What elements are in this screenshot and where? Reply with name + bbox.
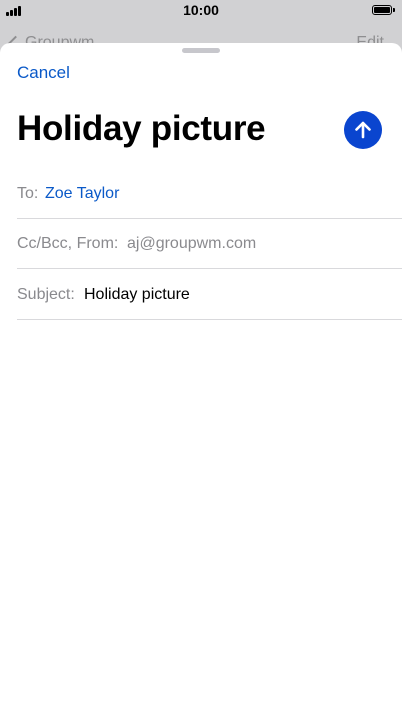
to-recipient[interactable]: Zoe Taylor (45, 185, 119, 203)
sheet-grabber[interactable] (182, 48, 220, 53)
status-bar: 10:00 (0, 0, 402, 20)
cc-bcc-from-label: Cc/Bcc, From: (17, 235, 119, 252)
from-address: aj@groupwm.com (127, 235, 257, 252)
cancel-button[interactable]: Cancel (17, 63, 70, 83)
to-field[interactable]: To: Zoe Taylor (17, 169, 402, 219)
battery-icon (372, 5, 395, 15)
compose-sheet: Cancel Holiday picture To: Zoe Taylor Cc… (0, 43, 402, 715)
arrow-up-icon (355, 121, 371, 139)
send-button[interactable] (344, 111, 382, 149)
subject-input[interactable]: Holiday picture (84, 286, 190, 304)
screen: 10:00 Groupwm Edit Cancel Holiday pictur… (0, 0, 402, 715)
to-label: To: (17, 185, 39, 202)
subject-label: Subject: (17, 286, 75, 303)
subject-field[interactable]: Subject: Holiday picture (17, 270, 402, 320)
cc-bcc-from-field[interactable]: Cc/Bcc, From: aj@groupwm.com (17, 219, 402, 269)
compose-title: Holiday picture (17, 109, 266, 148)
status-time: 10:00 (183, 2, 219, 18)
